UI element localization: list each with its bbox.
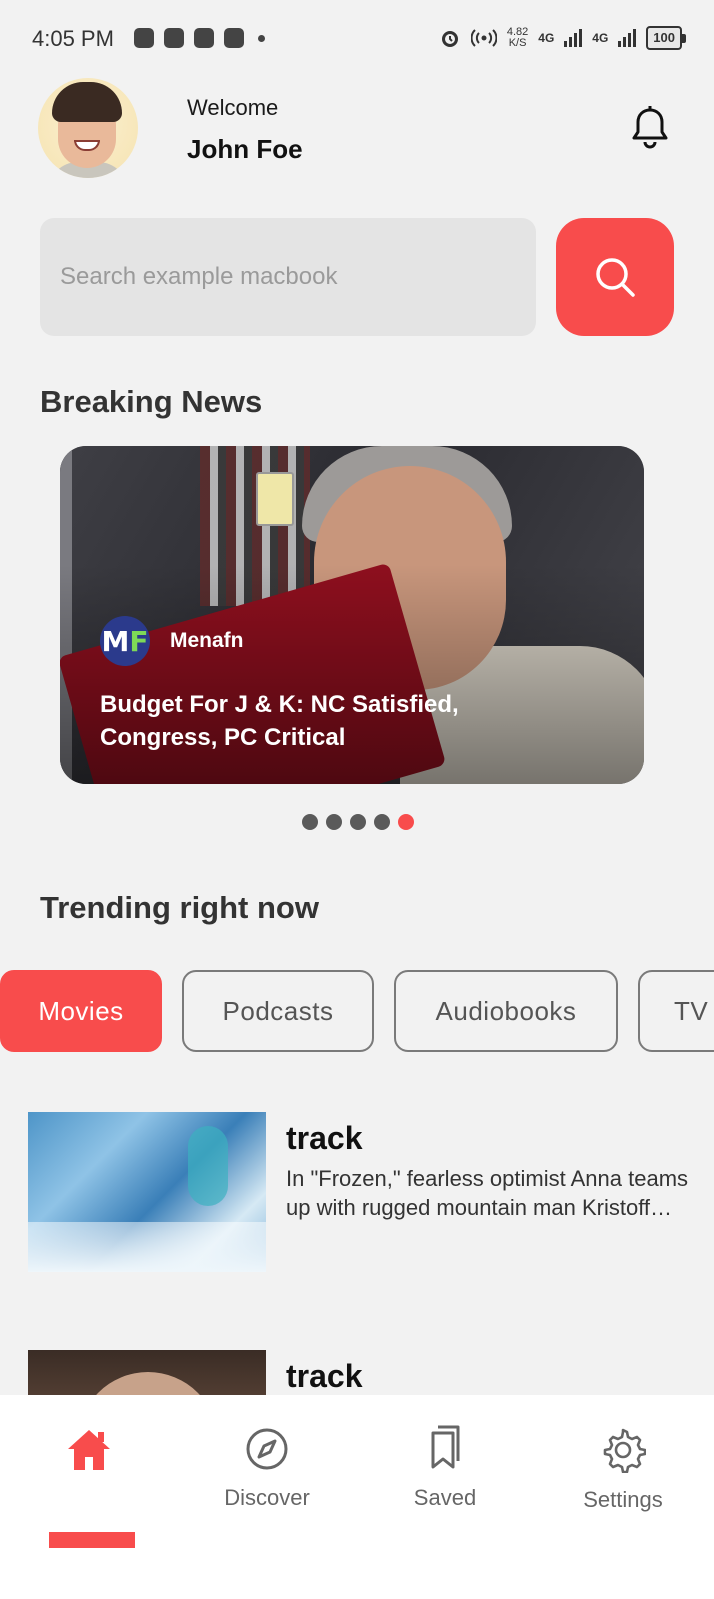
track-thumbnail (28, 1350, 266, 1395)
home-screen: 4:05 PM 4.82 K/S 4G 4G 100 Welcome John … (0, 0, 714, 1599)
welcome-label: Welcome (187, 95, 279, 120)
source-logo-m: M (101, 624, 130, 658)
nav-settings-label: Settings (583, 1487, 663, 1512)
nav-active-indicator (49, 1532, 135, 1548)
avatar[interactable] (38, 78, 138, 178)
shopping-notification-icon (164, 28, 184, 48)
thumbnail-snow (28, 1222, 266, 1272)
breaking-news-card[interactable]: MF Menafn Budget For J & K: NC Satisfied… (60, 446, 644, 784)
chip-audiobooks[interactable]: Audiobooks (394, 970, 618, 1052)
track-description: In "Frozen," fearless optimist Anna team… (286, 1166, 688, 1220)
thumbnail-figure (188, 1126, 228, 1206)
news-headline[interactable]: Budget For J & K: NC Satisfied, Congress… (100, 688, 520, 754)
telegram-notification-icon (194, 28, 214, 48)
signal-bars-2-icon (618, 29, 637, 47)
search-icon (596, 258, 635, 297)
nav-discover[interactable]: Discover (178, 1427, 356, 1547)
nav-saved[interactable]: Saved (356, 1423, 534, 1543)
track-thumbnail (28, 1112, 266, 1272)
trending-title: Trending right now (40, 890, 319, 925)
carousel-dot[interactable] (350, 814, 366, 830)
whatsapp-notification-icon (224, 28, 244, 48)
breaking-news-title: Breaking News (40, 384, 263, 419)
carousel-dot[interactable] (374, 814, 390, 830)
status-bar: 4:05 PM 4.82 K/S 4G 4G 100 (0, 0, 714, 80)
status-notification-icons (134, 28, 265, 48)
nav-saved-label: Saved (413, 1485, 477, 1510)
carousel-dot[interactable] (326, 814, 342, 830)
nav-settings[interactable]: Settings (534, 1427, 712, 1547)
gear-icon (603, 1428, 646, 1473)
source-logo-f: F (129, 624, 149, 658)
nav-home[interactable] (0, 1427, 178, 1548)
track-title: track (286, 1120, 363, 1156)
compass-icon (246, 1428, 288, 1470)
home-icon (68, 1430, 110, 1470)
bookmarks-icon (431, 1425, 460, 1469)
nav-discover-label: Discover (224, 1485, 310, 1510)
bell-icon[interactable] (628, 104, 672, 152)
search-button[interactable] (556, 218, 674, 336)
network-type-1: 4G (538, 31, 555, 45)
search-input[interactable] (40, 218, 536, 336)
track-title: track (286, 1358, 363, 1394)
chrome-notification-icon (134, 28, 154, 48)
carousel-dot[interactable] (302, 814, 318, 830)
network-type-2: 4G (592, 31, 609, 45)
news-source: MF Menafn (100, 616, 244, 666)
list-item[interactable]: track In "Frozen," fearless optimist Ann… (28, 1112, 688, 1272)
chip-podcasts[interactable]: Podcasts (182, 970, 374, 1052)
status-time: 4:05 PM (32, 26, 114, 51)
chip-tv[interactable]: TV (638, 970, 714, 1052)
carousel-indicator (302, 814, 414, 830)
username: John Foe (187, 134, 303, 164)
carousel-dot-active[interactable] (398, 814, 414, 830)
chip-movies[interactable]: Movies (0, 970, 162, 1052)
more-notifications-dot-icon (258, 34, 265, 42)
source-logo-icon: MF (100, 616, 150, 666)
network-speed: 4.82 K/S (507, 27, 528, 49)
list-item[interactable]: track (28, 1350, 688, 1395)
signal-bars-1-icon (564, 29, 583, 47)
battery-indicator: 100 (646, 26, 686, 50)
avatar-hair (52, 82, 122, 122)
bottom-nav: Discover Saved Settings (0, 1395, 714, 1599)
hotspot-icon (470, 29, 497, 47)
network-speed-unit: K/S (508, 37, 527, 49)
status-system-icons: 4.82 K/S 4G 4G 100 (439, 26, 686, 50)
alarm-icon (441, 31, 458, 47)
source-name: Menafn (170, 629, 244, 652)
thumbnail-face (78, 1372, 218, 1395)
